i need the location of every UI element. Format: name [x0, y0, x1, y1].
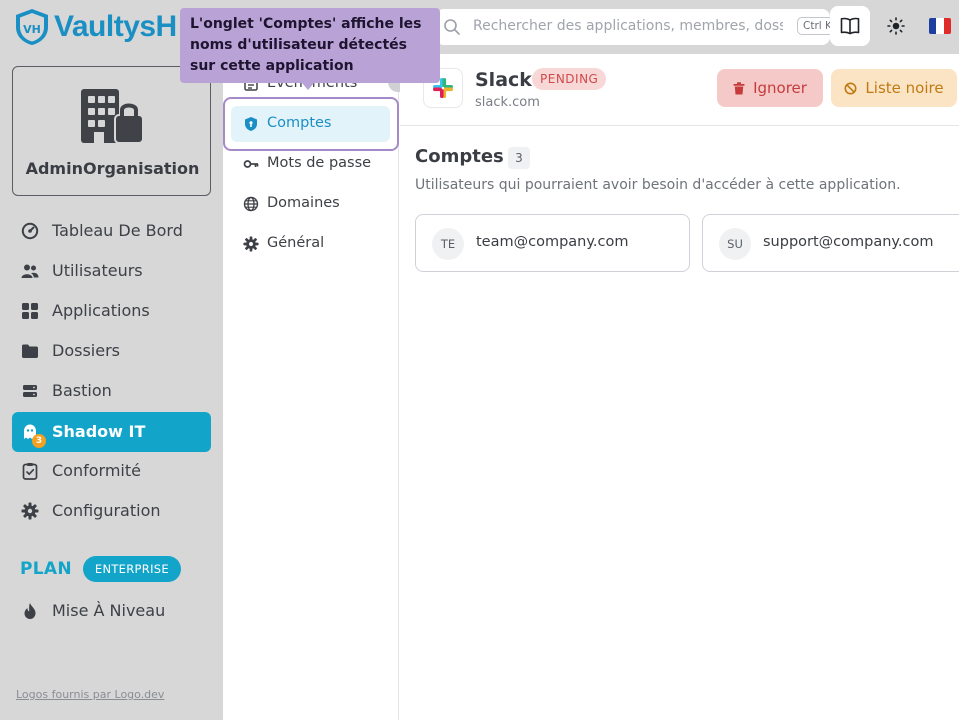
sidebar-item-label: Utilisateurs: [52, 261, 143, 280]
upgrade-label: Mise À Niveau: [52, 601, 166, 620]
sidebar-item-label: Tableau De Bord: [52, 221, 183, 240]
book-icon: [840, 17, 860, 35]
gear-icon: [243, 236, 259, 252]
organization-name: AdminOrganisation: [25, 159, 200, 178]
plan-label: PLAN: [20, 559, 72, 579]
search-bar[interactable]: Rechercher des applications, membres, do…: [436, 9, 838, 45]
shadow-it-count-badge: 3: [32, 434, 46, 448]
accounts-section-title: Comptes: [415, 146, 504, 167]
account-card[interactable]: SU support@company.com: [702, 214, 959, 272]
blacklist-button[interactable]: Liste noire: [831, 69, 957, 107]
app-detail-content: Slack PENDING slack.com Ignorer Liste no…: [400, 54, 959, 720]
sidebar-item-dashboard[interactable]: Tableau De Bord: [12, 211, 211, 251]
tab-passwords[interactable]: Mots de passe: [231, 146, 390, 182]
sidebar-item-label: Shadow IT: [52, 422, 146, 441]
sidebar-item-compliance[interactable]: Conformité: [12, 451, 211, 491]
upgrade-button[interactable]: Mise À Niveau: [12, 591, 211, 631]
sidebar-item-applications[interactable]: Applications: [12, 291, 211, 331]
ban-icon: [844, 82, 857, 94]
search-input[interactable]: Rechercher des applications, membres, do…: [473, 18, 783, 34]
sidebar-item-label: Configuration: [52, 501, 161, 520]
app-tabs-panel: Événements Comptes Mots de passe Domaine…: [223, 54, 399, 720]
tab-general[interactable]: Général: [231, 226, 390, 262]
sun-icon: [887, 17, 905, 35]
organization-card[interactable]: AdminOrganisation: [12, 66, 211, 196]
app-domain: slack.com: [475, 95, 540, 110]
french-flag-icon[interactable]: [929, 18, 951, 34]
status-badge: PENDING: [532, 68, 607, 90]
documentation-button[interactable]: [830, 6, 870, 46]
onboarding-tooltip: L'onglet 'Comptes' affiche les noms d'ut…: [180, 8, 440, 83]
account-email: support@company.com: [763, 234, 934, 250]
sidebar-item-label: Dossiers: [52, 341, 120, 360]
sidebar-item-folders[interactable]: Dossiers: [12, 331, 211, 371]
sidebar-item-label: Applications: [52, 301, 150, 320]
flame-icon: [24, 603, 36, 619]
theme-toggle-button[interactable]: [878, 8, 914, 44]
shield-logo-icon: VH: [16, 9, 48, 45]
clipboard-check-icon: [22, 463, 38, 480]
server-icon: [23, 385, 37, 397]
app-logo[interactable]: VH VaultysH: [14, 8, 177, 46]
plan-indicator: PLAN ENTERPRISE: [20, 556, 181, 582]
sidebar-item-label: Conformité: [52, 461, 141, 480]
ignore-button-label: Ignorer: [753, 79, 807, 97]
logo-badge-text: VH: [23, 23, 41, 36]
tab-focus-highlight: [223, 97, 399, 151]
tab-label: Mots de passe: [267, 155, 372, 171]
avatar: TE: [432, 228, 464, 260]
accounts-description: Utilisateurs qui pourraient avoir besoin…: [415, 177, 901, 193]
search-icon: [444, 19, 460, 35]
tab-label: Domaines: [267, 195, 340, 211]
account-email: team@company.com: [476, 234, 629, 250]
logos-credit-link[interactable]: Logos fournis par Logo.dev: [16, 688, 164, 701]
folder-icon: [22, 344, 38, 358]
tooltip-arrow: [302, 83, 314, 90]
sidebar-item-configuration[interactable]: Configuration: [12, 491, 211, 531]
users-icon: [21, 264, 39, 278]
tab-label: Général: [267, 235, 325, 251]
gear-icon: [21, 502, 39, 520]
sidebar-item-label: Bastion: [52, 381, 112, 400]
sidebar: AdminOrganisation Tableau De Bord Utilis…: [0, 54, 223, 720]
logo-text: VaultysH: [54, 10, 177, 43]
ignore-button[interactable]: Ignorer: [717, 69, 823, 107]
building-lock-icon: [81, 89, 144, 144]
sidebar-item-users[interactable]: Utilisateurs: [12, 251, 211, 291]
app-header: Slack PENDING slack.com Ignorer Liste no…: [400, 54, 959, 126]
trash-icon: [733, 81, 745, 94]
sidebar-item-shadow-it[interactable]: 3 Shadow IT: [12, 412, 211, 452]
app-name: Slack: [475, 69, 532, 91]
plan-badge: ENTERPRISE: [82, 556, 181, 582]
key-icon: [243, 160, 259, 168]
blacklist-button-label: Liste noire: [865, 79, 944, 97]
grid-icon: [22, 303, 38, 319]
tab-domains[interactable]: Domaines: [231, 186, 390, 222]
accounts-count-badge: 3: [508, 147, 530, 169]
globe-icon: [243, 196, 259, 212]
avatar: SU: [719, 228, 751, 260]
top-bar: VH VaultysH Rechercher des applications,…: [0, 0, 959, 54]
account-card[interactable]: TE team@company.com: [415, 214, 690, 272]
dashboard-gauge-icon: [21, 222, 39, 240]
sidebar-item-bastion[interactable]: Bastion: [12, 371, 211, 411]
